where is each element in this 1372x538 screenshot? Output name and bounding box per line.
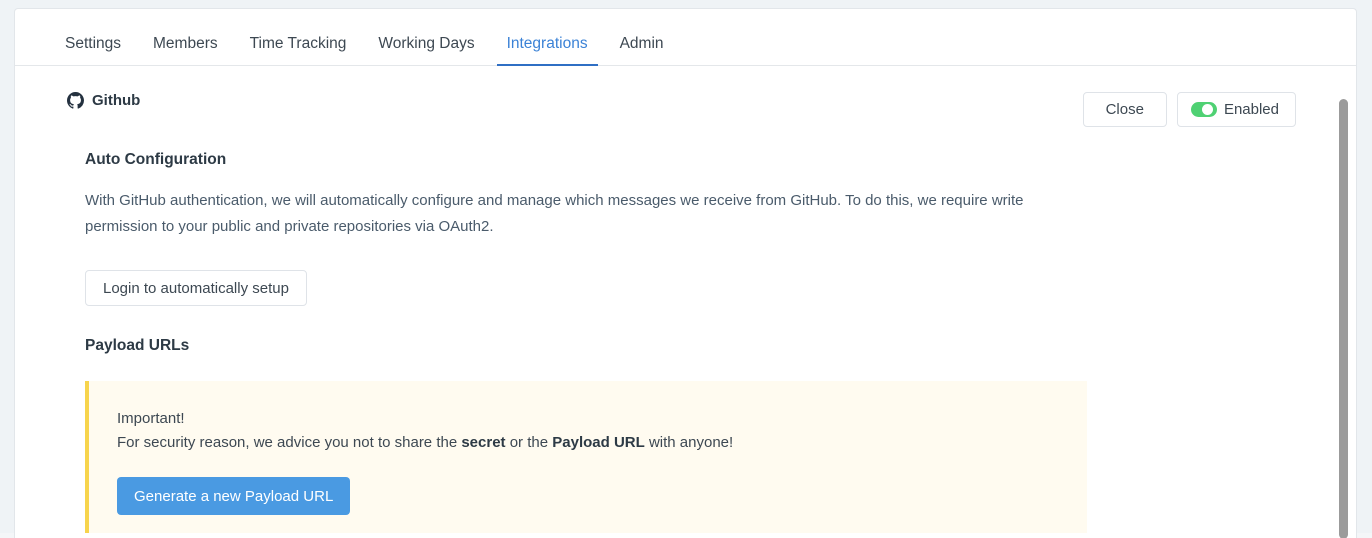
enabled-toggle-button[interactable]: Enabled: [1177, 92, 1296, 127]
alert-message: For security reason, we advice you not t…: [117, 431, 1087, 455]
security-alert: Important! For security reason, we advic…: [85, 381, 1087, 533]
auto-configuration-description: With GitHub authentication, we will auto…: [49, 188, 1071, 240]
settings-card: Settings Members Time Tracking Working D…: [14, 8, 1357, 538]
tab-time-tracking[interactable]: Time Tracking: [234, 36, 363, 66]
enabled-toggle-label: Enabled: [1224, 101, 1279, 118]
scrollbar-track[interactable]: [1339, 85, 1348, 538]
alert-payload-word: Payload URL: [552, 434, 645, 451]
close-button[interactable]: Close: [1083, 92, 1167, 127]
github-icon: [67, 92, 84, 109]
alert-secret-word: secret: [461, 434, 505, 451]
alert-text-middle: or the: [506, 434, 553, 451]
tab-settings[interactable]: Settings: [49, 36, 137, 66]
scrollbar-thumb[interactable]: [1339, 99, 1348, 538]
panel-actions: Close Enabled: [1083, 92, 1322, 127]
tab-working-days[interactable]: Working Days: [362, 36, 490, 66]
integrations-content: Github Close Enabled Auto Configuration …: [15, 66, 1356, 533]
login-setup-button[interactable]: Login to automatically setup: [85, 270, 307, 306]
alert-text-before: For security reason, we advice you not t…: [117, 434, 461, 451]
tab-integrations[interactable]: Integrations: [491, 36, 604, 66]
github-panel-header: Github Close Enabled: [49, 66, 1322, 127]
tab-admin[interactable]: Admin: [604, 36, 680, 66]
payload-urls-heading: Payload URLs: [49, 337, 1322, 355]
toggle-switch[interactable]: [1191, 102, 1217, 117]
alert-text-after: with anyone!: [645, 434, 733, 451]
tab-bar: Settings Members Time Tracking Working D…: [15, 9, 1356, 66]
github-title-group: Github: [49, 92, 140, 109]
alert-title: Important!: [117, 407, 1087, 431]
github-panel-title: Github: [92, 92, 140, 109]
auto-configuration-heading: Auto Configuration: [49, 151, 1322, 169]
tab-members[interactable]: Members: [137, 36, 234, 66]
generate-payload-url-button[interactable]: Generate a new Payload URL: [117, 477, 350, 515]
